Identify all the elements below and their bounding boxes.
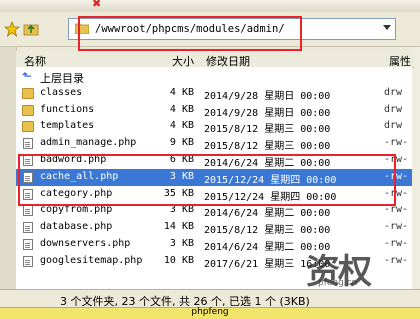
file-attributes: -rw- [384,187,409,199]
file-icon [23,188,33,200]
file-name: classes [40,86,83,98]
file-name: admin_manage.php [40,137,137,149]
file-size: 9 KB [169,137,194,149]
folder-icon [22,121,34,133]
file-date: 2014/6/24 星期二 00:00 [204,208,331,220]
folder-icon [74,22,90,37]
file-attributes: -rw- [384,204,409,216]
file-attributes: drw [384,120,403,132]
file-attributes: -rw- [384,170,409,182]
file-date: 2015/12/24 星期四 00:00 [204,191,337,203]
list-item-file[interactable]: admin_manage.php 9 KB 2015/8/12 星期三 00:00 -… [16,135,412,152]
file-date: 2014/9/28 星期日 00:00 [204,90,331,102]
path-value: /wwwroot/phpcms/modules/admin/ [95,23,285,35]
tab-phpfeng[interactable]: phpfeng [0,307,420,317]
file-date: 2015/8/12 星期三 00:00 [204,225,331,237]
file-size: 35 KB [163,187,194,199]
file-attributes: drw [384,103,403,115]
file-size: 4 KB [169,86,194,98]
file-attributes: -rw- [384,221,409,233]
chevron-down-icon[interactable] [383,25,391,30]
path-input[interactable]: /wwwroot/phpcms/modules/admin/ [68,18,396,40]
left-panel-edge [0,47,17,292]
file-size: 4 KB [169,103,194,115]
file-icon [23,255,33,267]
file-size: 10 KB [163,254,194,266]
file-attributes: -rw- [384,154,409,165]
file-date: 2015/8/12 星期三 00:00 [204,141,331,153]
address-bar-row: /wwwroot/phpcms/modules/admin/ [0,12,420,47]
file-icon [23,138,33,150]
file-name: cache_all.php [40,170,119,182]
file-icon [23,171,33,183]
file-name: functions [40,103,95,115]
list-item-file[interactable]: database.php 14 KB 2015/8/12 星期三 00:00 -rw- [16,219,412,236]
file-icon [23,205,33,217]
list-item-file[interactable]: cache_all.php 3 KB 2015/12/24 星期四 00:00 -rw… [16,168,412,186]
file-name: googlesitemap.php [40,254,143,266]
status-bar: 3 个文件夹, 23 个文件, 共 26 个, 已选 1 个 (3KB) [0,289,420,308]
list-item-file[interactable]: copyfrom.php 3 KB 2014/6/24 星期二 00:00 -rw- [16,202,412,219]
up-folder-icon[interactable] [22,20,40,38]
list-item-folder[interactable]: classes 4 KB 2014/9/28 星期日 00:00 drw [16,85,412,102]
file-name: templates [40,120,95,132]
file-date: 2015/8/12 星期三 00:00 [204,124,331,136]
tab-bar: phpfeng [0,307,420,319]
parent-dir-label: 上层目录 [40,72,84,85]
file-icon [23,155,33,166]
watermark-domain: pfeng.cn [318,278,358,288]
list-item-folder[interactable]: templates 4 KB 2015/8/12 星期三 00:00 drw [16,118,412,135]
file-size: 3 KB [169,170,194,182]
column-header: 名称 大小 修改日期 属性 [16,51,414,68]
list-item-file[interactable]: badword.php 6 KB 2014/6/24 星期二 00:00 -rw- [16,152,412,169]
list-item-parent[interactable]: ⬑ 上层目录 [16,68,412,85]
list-item-folder[interactable]: functions 4 KB 2014/9/28 星期日 00:00 drw [16,102,412,119]
file-name: downservers.php [40,238,131,249]
file-size: 3 KB [169,238,194,249]
file-attributes: drw [384,86,403,98]
folder-icon [22,87,34,99]
file-attributes: -rw- [384,137,409,149]
file-size: 4 KB [169,120,194,132]
file-name: database.php [40,221,113,233]
file-name: badword.php [40,154,107,165]
file-name: copyfrom.php [40,204,113,216]
file-date: 2015/12/24 星期四 00:00 [204,174,337,186]
list-item-file[interactable]: category.php 35 KB 2015/12/24 星期四 00:00 -rw… [16,186,412,203]
up-arrow-icon: ⬑ [22,69,33,83]
file-icon [23,239,33,250]
folder-icon [22,104,34,116]
file-size: 6 KB [169,154,194,165]
file-date: 2014/9/28 星期日 00:00 [204,107,331,119]
file-size: 3 KB [169,204,194,216]
file-date: 2014/6/24 星期二 00:00 [204,158,331,169]
favorites-star-icon[interactable] [3,20,21,38]
file-size: 14 KB [163,221,194,233]
cut-icon[interactable]: ✖ [92,0,101,10]
file-icon [23,222,33,234]
watermark: 资权 pfeng.cn [306,244,416,292]
file-name: category.php [40,187,113,199]
